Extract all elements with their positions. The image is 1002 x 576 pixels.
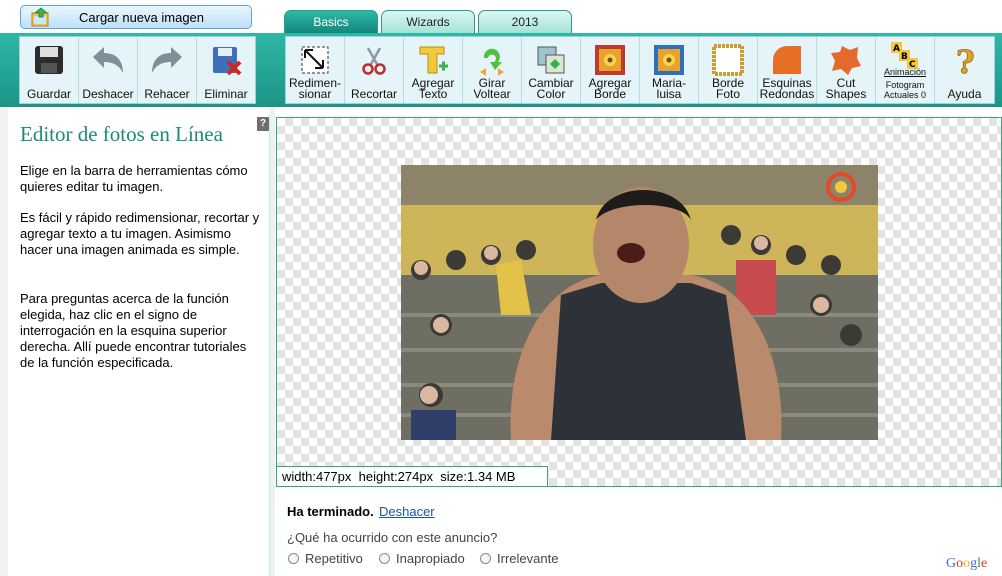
border-icon xyxy=(593,43,627,77)
animation-label: Animación xyxy=(883,67,927,77)
save-label: Guardar xyxy=(26,87,72,101)
text-icon xyxy=(416,43,450,77)
change-color-label: Cambiar Color xyxy=(528,76,574,101)
add-border-label: Agregar Borde xyxy=(588,76,632,101)
delete-label: Eliminar xyxy=(204,87,248,101)
redo-button[interactable]: Rehacer xyxy=(138,37,197,103)
radio-icon[interactable] xyxy=(379,553,390,564)
image-canvas[interactable] xyxy=(276,117,1002,487)
resize-icon xyxy=(298,43,332,77)
photo-frame-label: Borde Foto xyxy=(711,76,745,101)
change-color-button[interactable]: Cambiar Color xyxy=(522,37,581,103)
ad-option-label: Repetitivo xyxy=(305,551,363,566)
crop-button[interactable]: Recortar xyxy=(345,37,404,103)
help-label: Ayuda xyxy=(947,87,982,101)
top-band: Cargar nueva imagen Basics Wizards 2013 xyxy=(0,0,1002,34)
crop-label: Recortar xyxy=(350,87,397,101)
ad-option-label: Inapropiado xyxy=(396,551,465,566)
ad-done-text: Ha terminado. xyxy=(287,504,374,519)
redo-icon xyxy=(150,43,184,77)
svg-text:B: B xyxy=(901,52,908,62)
rotate-flip-button[interactable]: Girar Voltear xyxy=(463,37,522,103)
tab-2013[interactable]: 2013 xyxy=(478,10,572,34)
rounded-corners-icon xyxy=(770,43,804,77)
svg-text:?: ? xyxy=(956,44,975,76)
rotate-flip-label: Girar Voltear xyxy=(473,76,511,101)
panel-help-icon[interactable]: ? xyxy=(257,117,269,131)
save-button[interactable]: Guardar xyxy=(20,37,79,103)
cut-shapes-button[interactable]: Cut Shapes xyxy=(817,37,876,103)
rounded-corners-label: Esquinas Redondas xyxy=(759,76,815,101)
edit-tools-group: Redimen- sionar Recortar Agregar Texto G… xyxy=(285,36,995,104)
upload-image-label: Cargar nueva imagen xyxy=(79,10,205,25)
photo-image xyxy=(401,165,878,440)
resize-label: Redimen- sionar xyxy=(288,76,342,101)
svg-text:A: A xyxy=(893,44,900,54)
passepartout-icon xyxy=(652,43,686,77)
ad-undo-link[interactable]: Deshacer xyxy=(379,504,435,519)
ad-option-irrelevant[interactable]: Irrelevante xyxy=(480,551,558,566)
left-margin xyxy=(0,107,8,576)
delete-icon xyxy=(209,43,243,77)
help-icon: ? xyxy=(948,43,982,77)
instructions-panel: ? Editor de fotos en Línea Elige en la b… xyxy=(8,115,270,576)
ad-option-inappropriate[interactable]: Inapropiado xyxy=(379,551,465,566)
undo-label: Deshacer xyxy=(82,87,134,101)
rounded-corners-button[interactable]: Esquinas Redondas xyxy=(758,37,817,103)
panel-paragraph-1: Elige en la barra de herramientas cómo q… xyxy=(20,163,248,194)
image-info: width:477px height:274px size:1.34 MB xyxy=(276,466,548,487)
toolbar: Guardar Deshacer Rehacer Eliminar Redime… xyxy=(0,33,1002,107)
frame-count-label: Fotogram Actuales 0 xyxy=(883,80,927,100)
radio-icon[interactable] xyxy=(288,553,299,564)
passepartout-label: Maria- luisa xyxy=(651,76,686,101)
scissors-icon xyxy=(357,43,391,77)
undo-button[interactable]: Deshacer xyxy=(79,37,138,103)
ad-option-label: Irrelevante xyxy=(497,551,559,566)
panel-paragraph-3: Para preguntas acerca de la función eleg… xyxy=(20,291,247,370)
rotate-icon xyxy=(475,43,509,77)
edited-photo[interactable] xyxy=(401,165,878,440)
ad-feedback: Ha terminado. Deshacer ¿Qué ha ocurrido … xyxy=(276,490,1002,576)
passepartout-button[interactable]: Maria- luisa xyxy=(640,37,699,103)
cut-shapes-icon xyxy=(829,43,863,77)
add-text-label: Agregar Texto xyxy=(411,76,455,101)
add-text-button[interactable]: Agregar Texto xyxy=(404,37,463,103)
google-logo: Google xyxy=(946,556,988,571)
delete-button[interactable]: Eliminar xyxy=(197,37,255,103)
upload-image-button[interactable]: Cargar nueva imagen xyxy=(20,5,252,29)
undo-icon xyxy=(91,43,125,77)
tab-bar: Basics Wizards 2013 xyxy=(284,10,572,34)
color-icon xyxy=(534,43,568,77)
file-tools-group: Guardar Deshacer Rehacer Eliminar xyxy=(19,36,256,104)
tab-basics[interactable]: Basics xyxy=(284,10,378,34)
help-button[interactable]: ? Ayuda xyxy=(935,37,994,103)
add-border-button[interactable]: Agregar Borde xyxy=(581,37,640,103)
radio-icon[interactable] xyxy=(480,553,491,564)
ad-question: ¿Qué ha ocurrido con este anuncio? xyxy=(287,530,498,545)
redo-label: Rehacer xyxy=(144,87,190,101)
animation-button[interactable]: A B C Animación Fotogram Actuales 0 xyxy=(876,37,935,103)
cut-shapes-label: Cut Shapes xyxy=(825,76,867,101)
tab-wizards[interactable]: Wizards xyxy=(381,10,475,34)
resize-button[interactable]: Redimen- sionar xyxy=(286,37,345,103)
photo-frame-icon xyxy=(711,43,745,77)
panel-paragraph-2: Es fácil y rápido redimensionar, recorta… xyxy=(20,210,260,257)
upload-icon xyxy=(31,7,49,27)
panel-title: Editor de fotos en Línea xyxy=(20,122,223,146)
save-icon xyxy=(32,43,66,77)
ad-option-repetitive[interactable]: Repetitivo xyxy=(288,551,363,566)
photo-frame-button[interactable]: Borde Foto xyxy=(699,37,758,103)
panel-divider xyxy=(270,107,275,576)
